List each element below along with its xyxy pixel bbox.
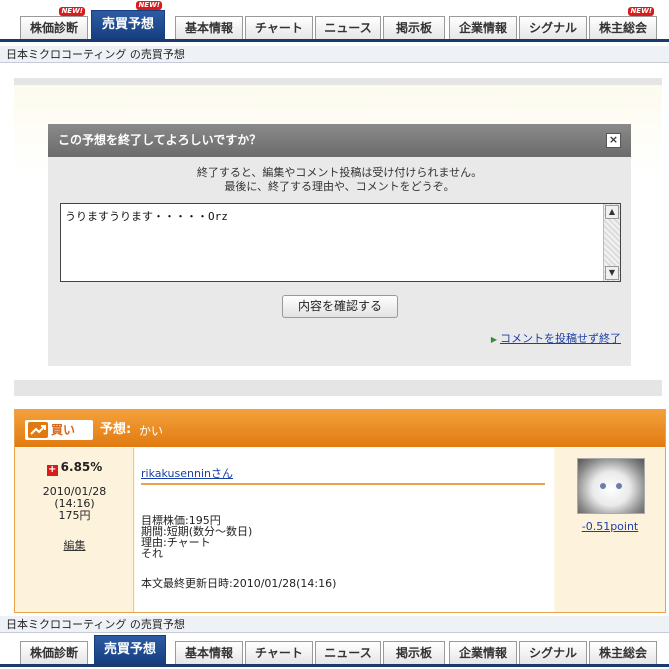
new-badge: NEW!: [628, 7, 654, 16]
trend-chart-icon: [28, 422, 48, 438]
tab-basic-info[interactable]: 基本情報: [175, 16, 243, 39]
tab-label: シグナル: [528, 21, 577, 35]
tab-label: チャート: [255, 21, 303, 35]
cat-eye: [616, 483, 622, 489]
dialog-title-text: この予想を終了してよろしいですか？: [58, 133, 262, 147]
breadcrumb: 日本ミクロコーティング の売買予想: [0, 46, 669, 63]
prediction-card: 買い 予想: かい +6.85% 2010/01/28 (14:16) 175円…: [14, 409, 666, 613]
price-text: 175円: [58, 509, 91, 522]
comment-text: うりますうります・・・・・Orz: [65, 210, 228, 223]
tab-signal[interactable]: シグナル: [519, 641, 587, 664]
buy-badge: 買い: [25, 420, 93, 440]
tab-shareholders-meeting[interactable]: 株主総会: [589, 641, 657, 664]
tab-label: 掲示板: [395, 21, 432, 35]
tab-label: 企業情報: [458, 21, 507, 35]
prediction-header: 買い 予想: かい: [15, 410, 665, 447]
tab-board[interactable]: 掲示板: [383, 16, 445, 39]
tab-trade-prediction[interactable]: 売買予想: [94, 635, 166, 664]
tab-label: 基本情報: [184, 21, 233, 35]
tab-company-info[interactable]: 企業情報: [449, 641, 517, 664]
scroll-up-icon[interactable]: ▲: [605, 205, 619, 219]
user-points-link[interactable]: -0.51point: [555, 520, 665, 533]
user-link[interactable]: rikakusenninさん: [141, 465, 233, 481]
tab-signal[interactable]: シグナル: [519, 16, 587, 39]
last-updated: 本文最終更新日時:2010/01/28(14:16): [141, 577, 337, 590]
end-link-label: コメントを投稿せず終了: [500, 332, 621, 345]
tab-news[interactable]: ニュース: [315, 16, 381, 39]
plus-icon: +: [46, 464, 58, 476]
cat-eye: [600, 483, 606, 489]
divider: [141, 483, 545, 485]
message-line: 最後に、終了する理由や、コメントをどうぞ。: [224, 180, 455, 193]
bottom-tab-bar: 株価診断 売買予想 基本情報 チャート ニュース 掲示板 企業情報 シグナル 株…: [0, 635, 669, 667]
new-badge: NEW!: [136, 1, 162, 10]
dialog-title: この予想を終了してよろしいですか？ ×: [48, 124, 631, 157]
end-without-comment-link[interactable]: ▶ コメントを投稿せず終了: [491, 330, 621, 346]
tab-chart[interactable]: チャート: [245, 16, 313, 39]
arrow-right-icon: ▶: [490, 335, 497, 344]
user-profile: -0.51point: [555, 448, 665, 612]
prediction-label: 予想:: [100, 422, 132, 437]
tab-company-info[interactable]: 企業情報: [449, 16, 517, 39]
tab-news[interactable]: ニュース: [315, 641, 381, 664]
end-prediction-dialog: この予想を終了してよろしいですか？ × 終了すると、編集やコメント投稿は受け付け…: [48, 124, 631, 366]
comment-textarea[interactable]: うりますうります・・・・・Orz ▲ ▼: [60, 203, 621, 282]
tab-label: 株主総会: [598, 21, 647, 35]
avatar[interactable]: [577, 458, 645, 514]
confirm-button[interactable]: 内容を確認する: [282, 295, 398, 318]
prediction-summary: +6.85% 2010/01/28 (14:16) 175円 編集: [15, 448, 134, 612]
tab-label: 売買予想: [101, 17, 154, 32]
tab-basic-info[interactable]: 基本情報: [175, 641, 243, 664]
edit-link[interactable]: 編集: [15, 537, 134, 553]
prediction-detail: rikakusenninさん 目標株価:195円 期間:短期(数分～数日) 理由…: [135, 448, 554, 612]
tab-stock-diagnosis[interactable]: 株価診断 NEW!: [20, 7, 88, 39]
dialog-message: 終了すると、編集やコメント投稿は受け付けられません。 最後に、終了する理由や、コ…: [48, 166, 631, 194]
tab-shareholders-meeting[interactable]: 株主総会 NEW!: [589, 7, 657, 39]
textarea-scrollbar[interactable]: ▲ ▼: [603, 204, 620, 281]
badge-label: 買い: [51, 423, 76, 437]
prediction-date: 2010/01/28 (14:16) 175円: [15, 486, 134, 522]
close-icon[interactable]: ×: [606, 133, 621, 148]
tab-stock-diagnosis[interactable]: 株価診断: [20, 641, 88, 664]
tab-label: 株価診断: [29, 21, 78, 35]
percent-change: +6.85%: [15, 460, 134, 476]
new-badge: NEW!: [59, 7, 85, 16]
top-tab-bar: 株価診断 NEW! 売買予想 NEW! 基本情報 チャート ニュース 掲示板 企業情…: [0, 1, 669, 42]
tab-label: ニュース: [324, 21, 372, 35]
breadcrumb-bottom: 日本ミクロコーティング の売買予想: [0, 616, 669, 633]
scroll-down-icon[interactable]: ▼: [605, 266, 619, 280]
prediction-details: 目標株価:195円 期間:短期(数分～数日) 理由:チャート それ: [141, 515, 252, 559]
tab-chart[interactable]: チャート: [245, 641, 313, 664]
percent-value: 6.85%: [60, 460, 103, 474]
message-line: 終了すると、編集やコメント投稿は受け付けられません。: [196, 166, 483, 179]
tab-board[interactable]: 掲示板: [383, 641, 445, 664]
reason-text: それ: [141, 547, 163, 560]
prediction-value: かい: [139, 424, 164, 438]
tab-trade-prediction[interactable]: 売買予想 NEW!: [91, 1, 165, 39]
